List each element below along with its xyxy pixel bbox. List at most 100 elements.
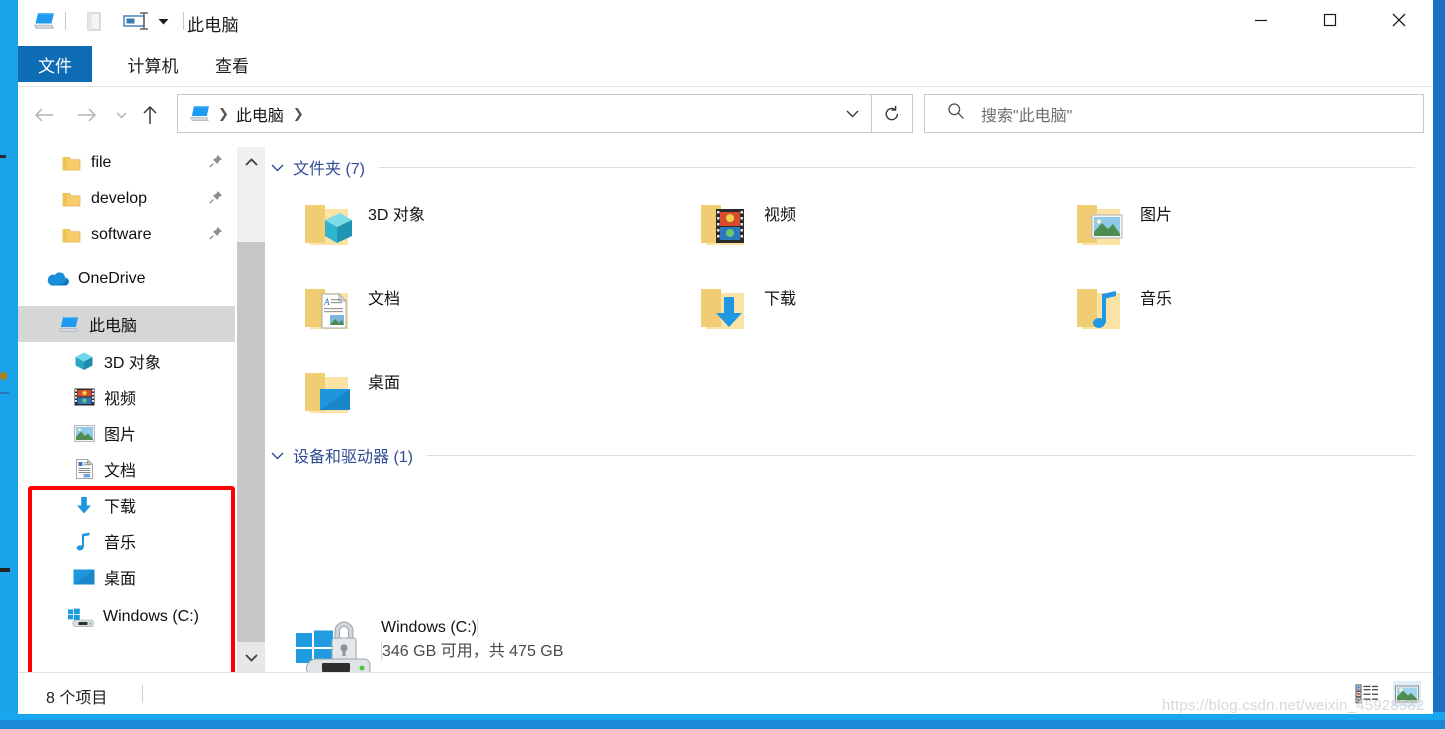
computer-icon[interactable]	[30, 6, 60, 36]
group-header-folders[interactable]: 文件夹 (7)	[271, 155, 1431, 179]
sidebar-item-software[interactable]: software	[18, 217, 235, 253]
search-icon	[947, 102, 965, 125]
drive-icon	[68, 606, 94, 628]
properties-icon[interactable]	[79, 6, 109, 36]
sidebar-item-desktop[interactable]: 桌面	[18, 559, 235, 595]
list-item[interactable]: 图片	[1066, 191, 1433, 265]
sidebar-item-file[interactable]: file	[18, 145, 235, 181]
drive-capacity-label: 346 GB 可用，共 475 GB	[382, 643, 564, 660]
scroll-up-button[interactable]	[237, 147, 265, 177]
breadcrumb-this-pc[interactable]: 此电脑	[236, 102, 284, 126]
address-dropdown-icon[interactable]	[833, 94, 871, 133]
windows-drive-icon	[294, 613, 372, 672]
sidebar-item-label: 视频	[104, 391, 137, 408]
sidebar-item-music[interactable]: 音乐	[18, 523, 235, 559]
sidebar-item-onedrive[interactable]: OneDrive	[18, 261, 235, 297]
list-item[interactable]: 3D 对象	[294, 191, 674, 265]
chevron-down-icon[interactable]	[271, 451, 284, 460]
folder-documents-icon: A	[294, 275, 360, 341]
ribbon-tab-strip: 文件 计算机 查看 ?	[18, 42, 1433, 112]
minimize-button[interactable]	[1226, 0, 1295, 40]
desktop-icon	[73, 566, 95, 588]
desktop-background-right	[1433, 0, 1445, 729]
folder-pictures-icon	[1066, 191, 1132, 257]
quick-access-toolbar	[30, 0, 189, 42]
title-bar: 此电脑	[18, 0, 1433, 42]
breadcrumb-separator-1[interactable]: ❯	[218, 106, 229, 122]
sidebar-item-pictures[interactable]: 图片	[18, 415, 235, 451]
scrollbar-thumb[interactable]	[237, 242, 265, 646]
list-item[interactable]: 下载	[690, 275, 1070, 349]
sidebar-item-documents[interactable]: 文档	[18, 451, 235, 487]
items-view[interactable]: 文件夹 (7) 3D 对象 视频 图片 A 文档 下载 音乐 桌面 设备和驱动器…	[266, 143, 1433, 672]
close-button[interactable]	[1364, 0, 1433, 40]
folder-icon	[60, 188, 82, 210]
folder-downloads-icon	[690, 275, 756, 341]
recent-locations-icon[interactable]	[111, 101, 131, 129]
scroll-down-button[interactable]	[237, 642, 265, 672]
sidebar-item-label: file	[91, 154, 112, 171]
forward-button[interactable]	[73, 101, 101, 129]
navigation-pane: file develop software OneDrive 此电脑 3D 对象…	[18, 143, 235, 672]
list-item[interactable]: 桌面	[294, 359, 674, 433]
edge-artifact-1	[0, 155, 6, 158]
group-header-devices[interactable]: 设备和驱动器 (1)	[271, 443, 1431, 467]
sidebar-item-windows-c[interactable]: Windows (C:)	[18, 599, 235, 635]
tab-computer[interactable]: 计算机	[118, 46, 188, 82]
edge-artifact-3	[0, 392, 9, 394]
list-item[interactable]: 视频	[690, 191, 1070, 265]
search-input[interactable]: 搜索"此电脑"	[981, 102, 1072, 126]
tab-file[interactable]: 文件	[18, 46, 92, 82]
window-controls	[1226, 0, 1433, 40]
refresh-button[interactable]	[871, 94, 913, 133]
3d-object-icon	[73, 350, 95, 372]
group-header-rule	[379, 166, 1415, 168]
new-folder-icon[interactable]	[119, 6, 153, 36]
breadcrumb-computer-icon[interactable]	[190, 105, 211, 122]
sidebar-item-label: software	[91, 226, 152, 243]
sidebar-item-this-pc[interactable]: 此电脑	[18, 306, 235, 342]
sidebar-item-develop[interactable]: develop	[18, 181, 235, 217]
screenshot-root: 此电脑 文件 计算机 查看 ❯ 此电脑 ❯ 搜索"此电脑" file devel…	[0, 0, 1445, 729]
up-button[interactable]	[136, 101, 164, 129]
group-header-label: 文件夹 (7)	[293, 161, 366, 178]
address-bar[interactable]: ❯ 此电脑 ❯	[177, 94, 872, 133]
item-count-label: 8 个项目	[46, 690, 108, 707]
music-icon	[73, 530, 95, 552]
drive-item-windows-c[interactable]: Windows (C:) 346 GB 可用，共 475 GB	[294, 613, 744, 672]
sidebar-item-label: 桌面	[104, 571, 137, 588]
sidebar-item-downloads[interactable]: 下载	[18, 487, 235, 523]
pin-icon[interactable]	[209, 226, 223, 245]
content-area: file develop software OneDrive 此电脑 3D 对象…	[18, 143, 1433, 714]
group-header-rule	[427, 454, 1415, 456]
customize-dropdown-icon[interactable]	[153, 6, 173, 36]
folder-icon	[60, 152, 82, 174]
item-label: 下载	[764, 291, 797, 308]
chevron-down-icon[interactable]	[271, 163, 284, 172]
sidebar-item-videos[interactable]: 视频	[18, 379, 235, 415]
maximize-button[interactable]	[1295, 0, 1364, 40]
tab-view[interactable]: 查看	[206, 46, 258, 82]
file-explorer-window: 此电脑 文件 计算机 查看 ❯ 此电脑 ❯ 搜索"此电脑" file devel…	[18, 0, 1433, 714]
pictures-icon	[73, 422, 95, 444]
address-bar-row: ❯ 此电脑 ❯ 搜索"此电脑"	[18, 87, 1433, 142]
status-divider	[142, 685, 143, 703]
navigation-scrollbar[interactable]	[237, 147, 265, 672]
back-button[interactable]	[30, 101, 58, 129]
item-label: 3D 对象	[368, 207, 425, 224]
sidebar-item-label: 文档	[104, 463, 137, 480]
computer-icon	[58, 313, 80, 335]
search-box[interactable]: 搜索"此电脑"	[924, 94, 1424, 133]
pin-icon[interactable]	[209, 190, 223, 209]
edge-artifact-2	[0, 372, 7, 380]
watermark-text: https://blog.csdn.net/weixin_45928582	[1162, 697, 1425, 714]
breadcrumb-separator-2[interactable]: ❯	[293, 106, 304, 122]
pin-icon[interactable]	[209, 154, 223, 173]
item-label: 文档	[368, 291, 401, 308]
svg-text:A: A	[323, 297, 330, 307]
item-label: 桌面	[368, 375, 401, 392]
videos-icon	[73, 386, 95, 408]
sidebar-item-3d-objects[interactable]: 3D 对象	[18, 343, 235, 379]
list-item[interactable]: A 文档	[294, 275, 674, 349]
list-item[interactable]: 音乐	[1066, 275, 1433, 349]
